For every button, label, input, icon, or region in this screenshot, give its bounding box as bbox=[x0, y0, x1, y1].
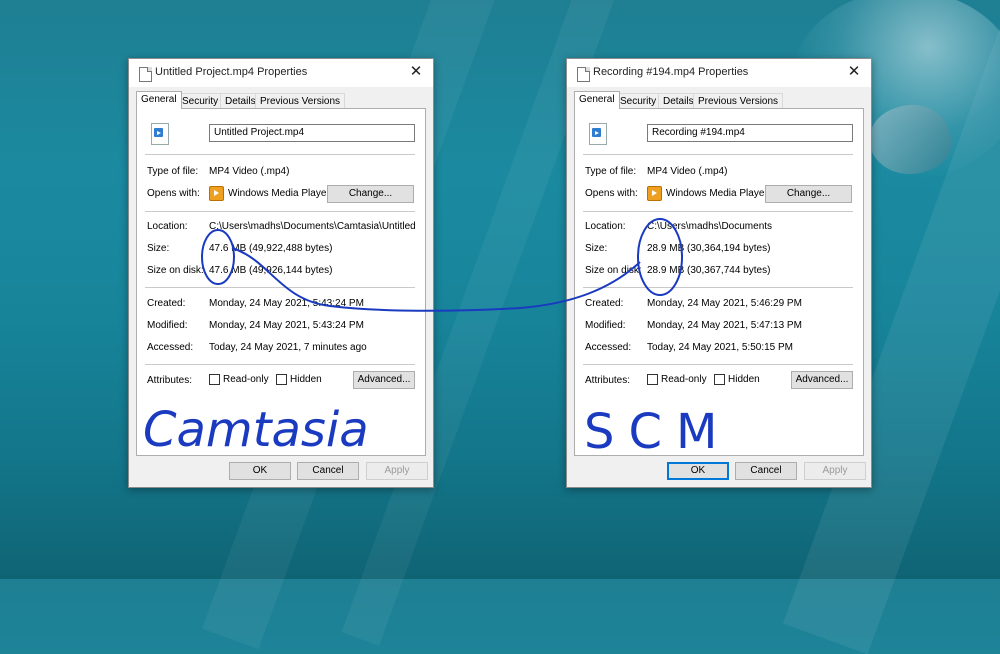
ok-button[interactable]: OK bbox=[667, 462, 729, 480]
video-file-icon bbox=[589, 123, 607, 145]
windows-media-player-icon bbox=[209, 186, 224, 201]
checkbox-box bbox=[209, 374, 220, 385]
opens-with-value: Windows Media Player bbox=[666, 188, 768, 199]
divider bbox=[583, 287, 853, 288]
location-label: Location: bbox=[147, 221, 188, 232]
divider bbox=[583, 211, 853, 212]
divider bbox=[145, 287, 415, 288]
file-icon bbox=[139, 67, 152, 82]
location-label: Location: bbox=[585, 221, 626, 232]
location-value: C:\Users\madhs\Documents bbox=[647, 221, 773, 232]
readonly-checkbox[interactable]: Read-only bbox=[647, 374, 707, 385]
created-label: Created: bbox=[585, 298, 624, 309]
modified-label: Modified: bbox=[147, 320, 188, 331]
filename-input[interactable]: Untitled Project.mp4 bbox=[209, 124, 415, 142]
divider bbox=[145, 364, 415, 365]
opens-with-label: Opens with: bbox=[147, 188, 200, 199]
created-label: Created: bbox=[147, 298, 186, 309]
advanced-button[interactable]: Advanced... bbox=[353, 371, 415, 389]
tab-general[interactable]: General bbox=[574, 91, 620, 109]
readonly-checkbox[interactable]: Read-only bbox=[209, 374, 269, 385]
file-icon bbox=[577, 67, 590, 82]
accessed-value: Today, 24 May 2021, 7 minutes ago bbox=[209, 342, 367, 353]
type-label: Type of file: bbox=[147, 166, 199, 177]
accessed-label: Accessed: bbox=[147, 342, 194, 353]
type-value: MP4 Video (.mp4) bbox=[209, 166, 290, 177]
title-bar[interactable]: Recording #194.mp4 Properties ✕ bbox=[567, 59, 871, 87]
ok-button[interactable]: OK bbox=[229, 462, 291, 480]
size-value: 28.9 MB (30,364,194 bytes) bbox=[647, 243, 771, 254]
general-panel: Recording #194.mp4 Type of file: MP4 Vid… bbox=[574, 108, 864, 456]
divider bbox=[583, 364, 853, 365]
opens-with-value: Windows Media Player bbox=[228, 188, 330, 199]
accessed-value: Today, 24 May 2021, 5:50:15 PM bbox=[647, 342, 794, 353]
tab-security[interactable]: Security bbox=[615, 93, 662, 109]
type-value: MP4 Video (.mp4) bbox=[647, 166, 728, 177]
accessed-label: Accessed: bbox=[585, 342, 632, 353]
size-label: Size: bbox=[147, 243, 170, 254]
apply-button[interactable]: Apply bbox=[366, 462, 428, 480]
properties-dialog-camtasia: Untitled Project.mp4 Properties ✕ Genera… bbox=[128, 58, 434, 488]
hidden-label: Hidden bbox=[290, 374, 322, 386]
apply-button[interactable]: Apply bbox=[804, 462, 866, 480]
dialog-title: Untitled Project.mp4 Properties bbox=[155, 66, 308, 78]
created-value: Monday, 24 May 2021, 5:46:29 PM bbox=[647, 298, 802, 309]
properties-dialog-scm: Recording #194.mp4 Properties ✕ General … bbox=[566, 58, 872, 488]
size-on-disk-value: 47.6 MB (49,926,144 bytes) bbox=[209, 265, 333, 276]
video-file-icon bbox=[151, 123, 169, 145]
hidden-checkbox[interactable]: Hidden bbox=[276, 374, 322, 385]
title-bar[interactable]: Untitled Project.mp4 Properties ✕ bbox=[129, 59, 433, 87]
modified-value: Monday, 24 May 2021, 5:47:13 PM bbox=[647, 320, 802, 331]
divider bbox=[145, 211, 415, 212]
checkbox-box bbox=[714, 374, 725, 385]
checkbox-box bbox=[647, 374, 658, 385]
change-button[interactable]: Change... bbox=[327, 185, 414, 203]
opens-with-label: Opens with: bbox=[585, 188, 638, 199]
hidden-label: Hidden bbox=[728, 374, 760, 386]
size-value: 47.6 MB (49,922,488 bytes) bbox=[209, 243, 333, 254]
attributes-label: Attributes: bbox=[147, 375, 193, 386]
size-label: Size: bbox=[585, 243, 608, 254]
type-label: Type of file: bbox=[585, 166, 637, 177]
close-icon[interactable]: ✕ bbox=[837, 59, 871, 85]
windows-media-player-icon bbox=[647, 186, 662, 201]
cancel-button[interactable]: Cancel bbox=[297, 462, 359, 480]
size-on-disk-value: 28.9 MB (30,367,744 bytes) bbox=[647, 265, 771, 276]
dialog-title: Recording #194.mp4 Properties bbox=[593, 66, 749, 78]
attributes-label: Attributes: bbox=[585, 375, 631, 386]
divider bbox=[145, 154, 415, 155]
change-button[interactable]: Change... bbox=[765, 185, 852, 203]
tab-security[interactable]: Security bbox=[177, 93, 224, 109]
close-icon[interactable]: ✕ bbox=[399, 59, 433, 85]
readonly-label: Read-only bbox=[661, 374, 707, 386]
created-value: Monday, 24 May 2021, 5:43:24 PM bbox=[209, 298, 364, 309]
location-value: C:\Users\madhs\Documents\Camtasia\Untitl… bbox=[209, 221, 419, 232]
readonly-label: Read-only bbox=[223, 374, 269, 386]
size-on-disk-label: Size on disk: bbox=[147, 265, 204, 276]
advanced-button[interactable]: Advanced... bbox=[791, 371, 853, 389]
checkbox-box bbox=[276, 374, 287, 385]
filename-input[interactable]: Recording #194.mp4 bbox=[647, 124, 853, 142]
cancel-button[interactable]: Cancel bbox=[735, 462, 797, 480]
size-on-disk-label: Size on disk: bbox=[585, 265, 642, 276]
hidden-checkbox[interactable]: Hidden bbox=[714, 374, 760, 385]
tab-previous-versions[interactable]: Previous Versions bbox=[255, 93, 346, 109]
modified-value: Monday, 24 May 2021, 5:43:24 PM bbox=[209, 320, 364, 331]
tab-previous-versions[interactable]: Previous Versions bbox=[693, 93, 784, 109]
general-panel: Untitled Project.mp4 Type of file: MP4 V… bbox=[136, 108, 426, 456]
modified-label: Modified: bbox=[585, 320, 626, 331]
divider bbox=[583, 154, 853, 155]
tab-general[interactable]: General bbox=[136, 91, 182, 109]
